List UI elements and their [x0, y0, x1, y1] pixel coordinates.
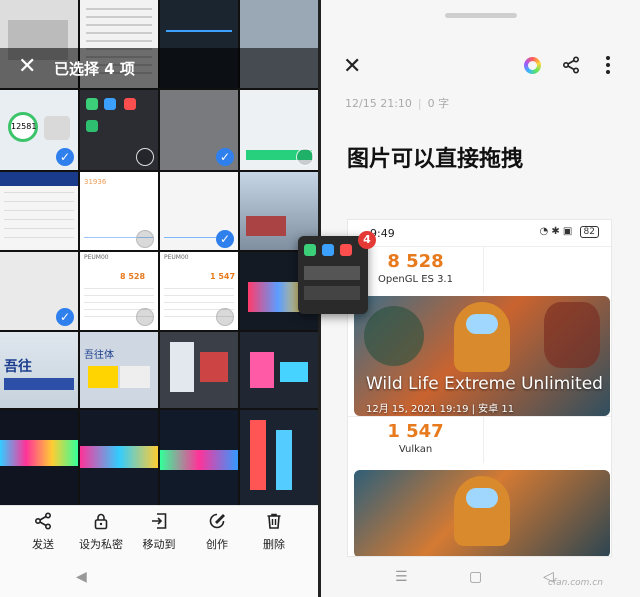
select-circle[interactable] — [136, 230, 154, 248]
share-icon — [34, 512, 52, 530]
vulkan-label: Vulkan — [398, 444, 433, 455]
note-date: 12/15 21:10 — [345, 97, 412, 110]
drag-handle[interactable] — [445, 13, 517, 18]
drag-count-badge: 4 — [358, 231, 376, 249]
photo-thumb-selected[interactable] — [0, 172, 78, 250]
photo-thumb[interactable] — [160, 332, 238, 408]
set-private-label: 设为私密 — [79, 538, 123, 551]
checkmark-icon[interactable]: ✓ — [56, 148, 74, 166]
select-circle[interactable] — [136, 308, 154, 326]
dragged-images-preview[interactable] — [298, 236, 368, 314]
edit-icon — [209, 513, 225, 529]
score-a: 8 528 — [120, 272, 146, 281]
photo-thumb[interactable] — [80, 90, 158, 170]
close-icon[interactable]: ✕ — [18, 56, 42, 80]
screen: ✕ 已选择 4 项 12581 ✓ ✓ 31936 ✓ ✓ PEUM00 8 5… — [0, 0, 640, 597]
create-label: 创作 — [206, 538, 228, 551]
photo-thumb[interactable] — [240, 410, 318, 505]
embedded-status-bar: 9:49 ◔ ✱ ▣ 82 — [348, 220, 611, 246]
photo-thumb-selected[interactable]: ✓ — [160, 172, 238, 250]
photo-grid: ✕ 已选择 4 项 12581 ✓ ✓ 31936 ✓ ✓ PEUM00 8 5… — [0, 0, 318, 505]
nav-bar-right: ☰ ▢ ◁ — [321, 557, 640, 597]
opengl-label: OpenGL ES 3.1 — [378, 274, 453, 285]
score-row-opengl: 8 528 OpenGL ES 3.1 — [348, 246, 611, 293]
benchmark-banner: Wild Life Extreme Unlimited 12月 15, 2021… — [354, 296, 610, 416]
selection-bar: ✕ 已选择 4 项 — [0, 48, 318, 88]
benchmark-banner-2 — [354, 470, 610, 556]
action-bar: 发送 设为私密 移动到 创作 删除 — [0, 505, 318, 557]
checkmark-icon[interactable]: ✓ — [216, 148, 234, 166]
move-to-label: 移动到 — [142, 538, 176, 551]
photo-thumb[interactable]: PEUM00 8 528 — [80, 252, 158, 330]
device-label-b: PEUM00 — [164, 254, 189, 261]
note-title[interactable]: 图片可以直接拖拽 — [347, 141, 523, 173]
note-meta: 12/15 21:10 | 0 字 — [345, 97, 450, 110]
score-row-vulkan: 1 547 Vulkan — [348, 416, 611, 463]
photo-thumb-selected[interactable]: 31936 — [80, 172, 158, 250]
send-label: 发送 — [32, 538, 54, 551]
color-palette-icon[interactable] — [524, 57, 541, 74]
selection-title: 已选择 4 项 — [54, 60, 135, 78]
trash-icon — [267, 513, 281, 529]
menu-nav-icon[interactable]: ☰ — [395, 569, 408, 585]
banner-title: Wild Life Extreme Unlimited — [366, 374, 603, 394]
banner-date: 12月 15, 2021 19:19 | 安卓 11 — [366, 404, 515, 415]
photo-thumb[interactable]: PEUM00 1 547 — [160, 252, 238, 330]
photo-thumb[interactable] — [240, 90, 318, 170]
gallery-pane: ✕ 已选择 4 项 12581 ✓ ✓ 31936 ✓ ✓ PEUM00 8 5… — [0, 0, 318, 597]
move-to-icon — [152, 513, 167, 529]
more-options-icon[interactable] — [606, 56, 612, 77]
share-icon — [562, 56, 580, 74]
photo-thumb-selected[interactable]: ✓ — [0, 252, 78, 330]
device-label-a: PEUM00 — [84, 254, 109, 261]
photo-thumb-selected[interactable]: ✓ — [160, 90, 238, 170]
send-button[interactable]: 发送 — [13, 512, 73, 552]
watermark: cfan.com.cn — [548, 578, 603, 588]
back-nav-icon[interactable]: ◀ — [76, 569, 87, 585]
delete-button[interactable]: 删除 — [244, 512, 304, 552]
photo-thumb-selected[interactable]: 12581 ✓ — [0, 90, 78, 170]
status-icons: ◔ ✱ ▣ 82 — [539, 226, 599, 238]
photo-thumb[interactable] — [80, 410, 158, 505]
photo-thumb[interactable]: 吾往 — [0, 332, 78, 408]
photo-thumb[interactable] — [0, 410, 78, 505]
photo-thumb[interactable] — [240, 332, 318, 408]
checkmark-icon[interactable]: ✓ — [56, 308, 74, 326]
opengl-score: 8 528 — [387, 251, 444, 272]
embedded-screenshot[interactable]: 9:49 ◔ ✱ ▣ 82 8 528 OpenGL ES 3.1 Wild L… — [347, 219, 612, 557]
storage-score: 12581 — [8, 112, 38, 142]
lock-icon — [94, 513, 108, 530]
nav-bar-left: ◀ — [0, 557, 318, 597]
set-private-button[interactable]: 设为私密 — [71, 512, 131, 552]
photo-thumb[interactable] — [160, 410, 238, 505]
close-icon[interactable]: ✕ — [343, 54, 361, 79]
select-circle[interactable] — [296, 148, 314, 166]
home-nav-icon[interactable]: ▢ — [469, 569, 482, 585]
checkmark-icon[interactable]: ✓ — [216, 230, 234, 248]
share-button[interactable] — [562, 56, 580, 78]
move-to-button[interactable]: 移动到 — [129, 512, 189, 552]
delete-label: 删除 — [263, 538, 285, 551]
create-button[interactable]: 创作 — [187, 512, 247, 552]
score-b: 1 547 — [210, 272, 236, 281]
photo-thumb[interactable]: 吾往体 — [80, 332, 158, 408]
vulkan-score: 1 547 — [387, 421, 444, 442]
char-count: 0 字 — [427, 97, 450, 110]
battery-level: 82 — [579, 226, 599, 238]
note-pane: ✕ 12/15 21:10 | 0 字 图片可以直接拖拽 9:49 ◔ ✱ ▣ 82… — [321, 0, 640, 597]
select-circle[interactable] — [136, 148, 154, 166]
select-circle[interactable] — [216, 308, 234, 326]
